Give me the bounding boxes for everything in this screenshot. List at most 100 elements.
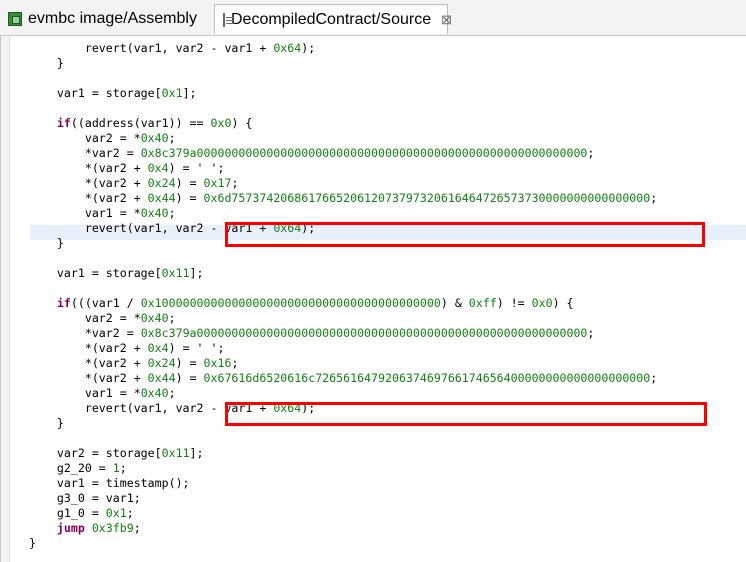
assembly-icon [8,12,22,26]
code-line[interactable]: var1 = timestamp(); [29,476,657,491]
code-line[interactable]: g1_0 = 0x1; [29,506,657,521]
code-number: 0x0 [210,116,232,130]
code-keyword: jump [56,521,85,535]
source-file-icon [223,12,234,27]
code-line[interactable] [29,281,657,296]
code-line[interactable]: var2 = *0x40; [29,131,657,146]
code-text: ) = [175,176,204,190]
annotation-box-1 [225,222,705,247]
code-text: ) { [552,296,574,310]
code-text: ) = [175,191,204,205]
code-text: var1 = storage[ [29,86,162,100]
code-number: 0x24 [147,176,176,190]
code-line[interactable]: jump 0x3fb9; [29,521,657,536]
code-text: ; [119,461,127,475]
code-number: 0x44 [147,191,176,205]
code-number: 0x1 [105,506,127,520]
code-text: ((address(var1)) == [70,116,211,130]
code-number: 0x24 [147,356,176,370]
code-editor[interactable]: revert(var1, var2 - var1 + 0x64); } var1… [0,36,746,562]
code-text: ]; [189,446,204,460]
code-text: *var2 = [29,326,141,340]
code-text: ; [650,371,658,385]
code-text: g2_20 = [29,461,113,475]
code-text: (((var1 / [70,296,141,310]
code-text: } [29,236,64,250]
code-text: ]; [182,86,197,100]
code-line[interactable] [29,431,657,446]
code-line[interactable]: var1 = *0x40; [29,206,657,221]
code-text: } [29,416,64,430]
code-text: revert(var1, var2 - var1 + [29,41,274,55]
code-line[interactable] [29,251,657,266]
code-line[interactable]: g3_0 = var1; [29,491,657,506]
code-line[interactable]: var1 = storage[0x11]; [29,266,657,281]
code-text: ; [650,191,658,205]
code-number: 0x6d757374206861766520612073797320616464… [203,191,651,205]
code-number: 0x4 [147,161,169,175]
source-code[interactable]: revert(var1, var2 - var1 + 0x64); } var1… [29,41,657,551]
code-text: ) = [175,371,204,385]
code-number: 0x40 [140,386,169,400]
code-line[interactable]: *var2 = 0x8c379a000000000000000000000000… [29,326,657,341]
code-number: 0x40 [140,131,169,145]
code-line[interactable]: var2 = storage[0x11]; [29,446,657,461]
code-line[interactable]: *(var2 + 0x24) = 0x16; [29,356,657,371]
code-line[interactable]: *(var2 + 0x24) = 0x17; [29,176,657,191]
code-number: 0x11 [161,266,190,280]
code-text: var1 = * [29,386,141,400]
tab-assembly[interactable]: evmbc image/Assembly [0,4,210,34]
code-text: ; [231,356,239,370]
code-keyword: if [56,116,71,130]
code-line[interactable]: var1 = *0x40; [29,386,657,401]
editor-tab-bar: evmbc image/Assembly DecompiledContract/… [0,0,746,36]
tab-source-label: DecompiledContract/Source [231,10,432,28]
code-text: var2 = * [29,311,141,325]
code-number: 0x40 [140,311,169,325]
code-line[interactable]: *(var2 + 0x44) = 0x6d7573742068617665206… [29,191,657,206]
code-text: ; [231,176,239,190]
code-text: ) { [231,116,253,130]
code-number: 0x10000000000000000000000000000000000000… [140,296,441,310]
code-text: g3_0 = var1; [29,491,141,505]
code-line[interactable]: *(var2 + 0x4) = ' '; [29,341,657,356]
code-text: *(var2 + [29,176,148,190]
code-number: 0x3fb9 [91,521,134,535]
code-line[interactable] [29,71,657,86]
code-text: ; [168,386,176,400]
code-text: *(var2 + [29,191,148,205]
code-text: } [29,536,36,550]
code-number: 0x40 [140,206,169,220]
code-line[interactable]: if(((var1 / 0x10000000000000000000000000… [29,296,657,311]
editor-gutter [1,36,10,562]
code-line[interactable]: } [29,536,657,551]
code-line[interactable]: } [29,56,657,71]
code-number: 0x16 [203,356,232,370]
code-line[interactable]: var2 = *0x40; [29,311,657,326]
code-line[interactable]: *var2 = 0x8c379a000000000000000000000000… [29,146,657,161]
code-number: 0x44 [147,371,176,385]
code-line[interactable]: *(var2 + 0x4) = ' '; [29,161,657,176]
code-text: ; [168,131,176,145]
code-text: *(var2 + [29,356,148,370]
code-text: ; [587,146,595,160]
code-text: ; [126,506,134,520]
code-line[interactable]: revert(var1, var2 - var1 + 0x64); [29,41,657,56]
code-number: 0x1 [161,86,183,100]
code-text: ) & [440,296,469,310]
code-line[interactable]: if((address(var1)) == 0x0) { [29,116,657,131]
code-keyword: if [56,296,71,310]
code-number: 0x8c379a00000000000000000000000000000000… [140,326,588,340]
tab-decompiled-source[interactable]: DecompiledContract/Source ⊠ [214,4,452,34]
close-icon[interactable]: ⊠ [441,12,452,28]
code-line[interactable]: g2_20 = 1; [29,461,657,476]
code-line[interactable]: *(var2 + 0x44) = 0x67616d6520616c7265616… [29,371,657,386]
code-line[interactable] [29,101,657,116]
code-text: ) = [175,356,204,370]
code-text: ); [301,41,316,55]
code-line[interactable]: var1 = storage[0x1]; [29,86,657,101]
code-text: var1 = * [29,206,141,220]
